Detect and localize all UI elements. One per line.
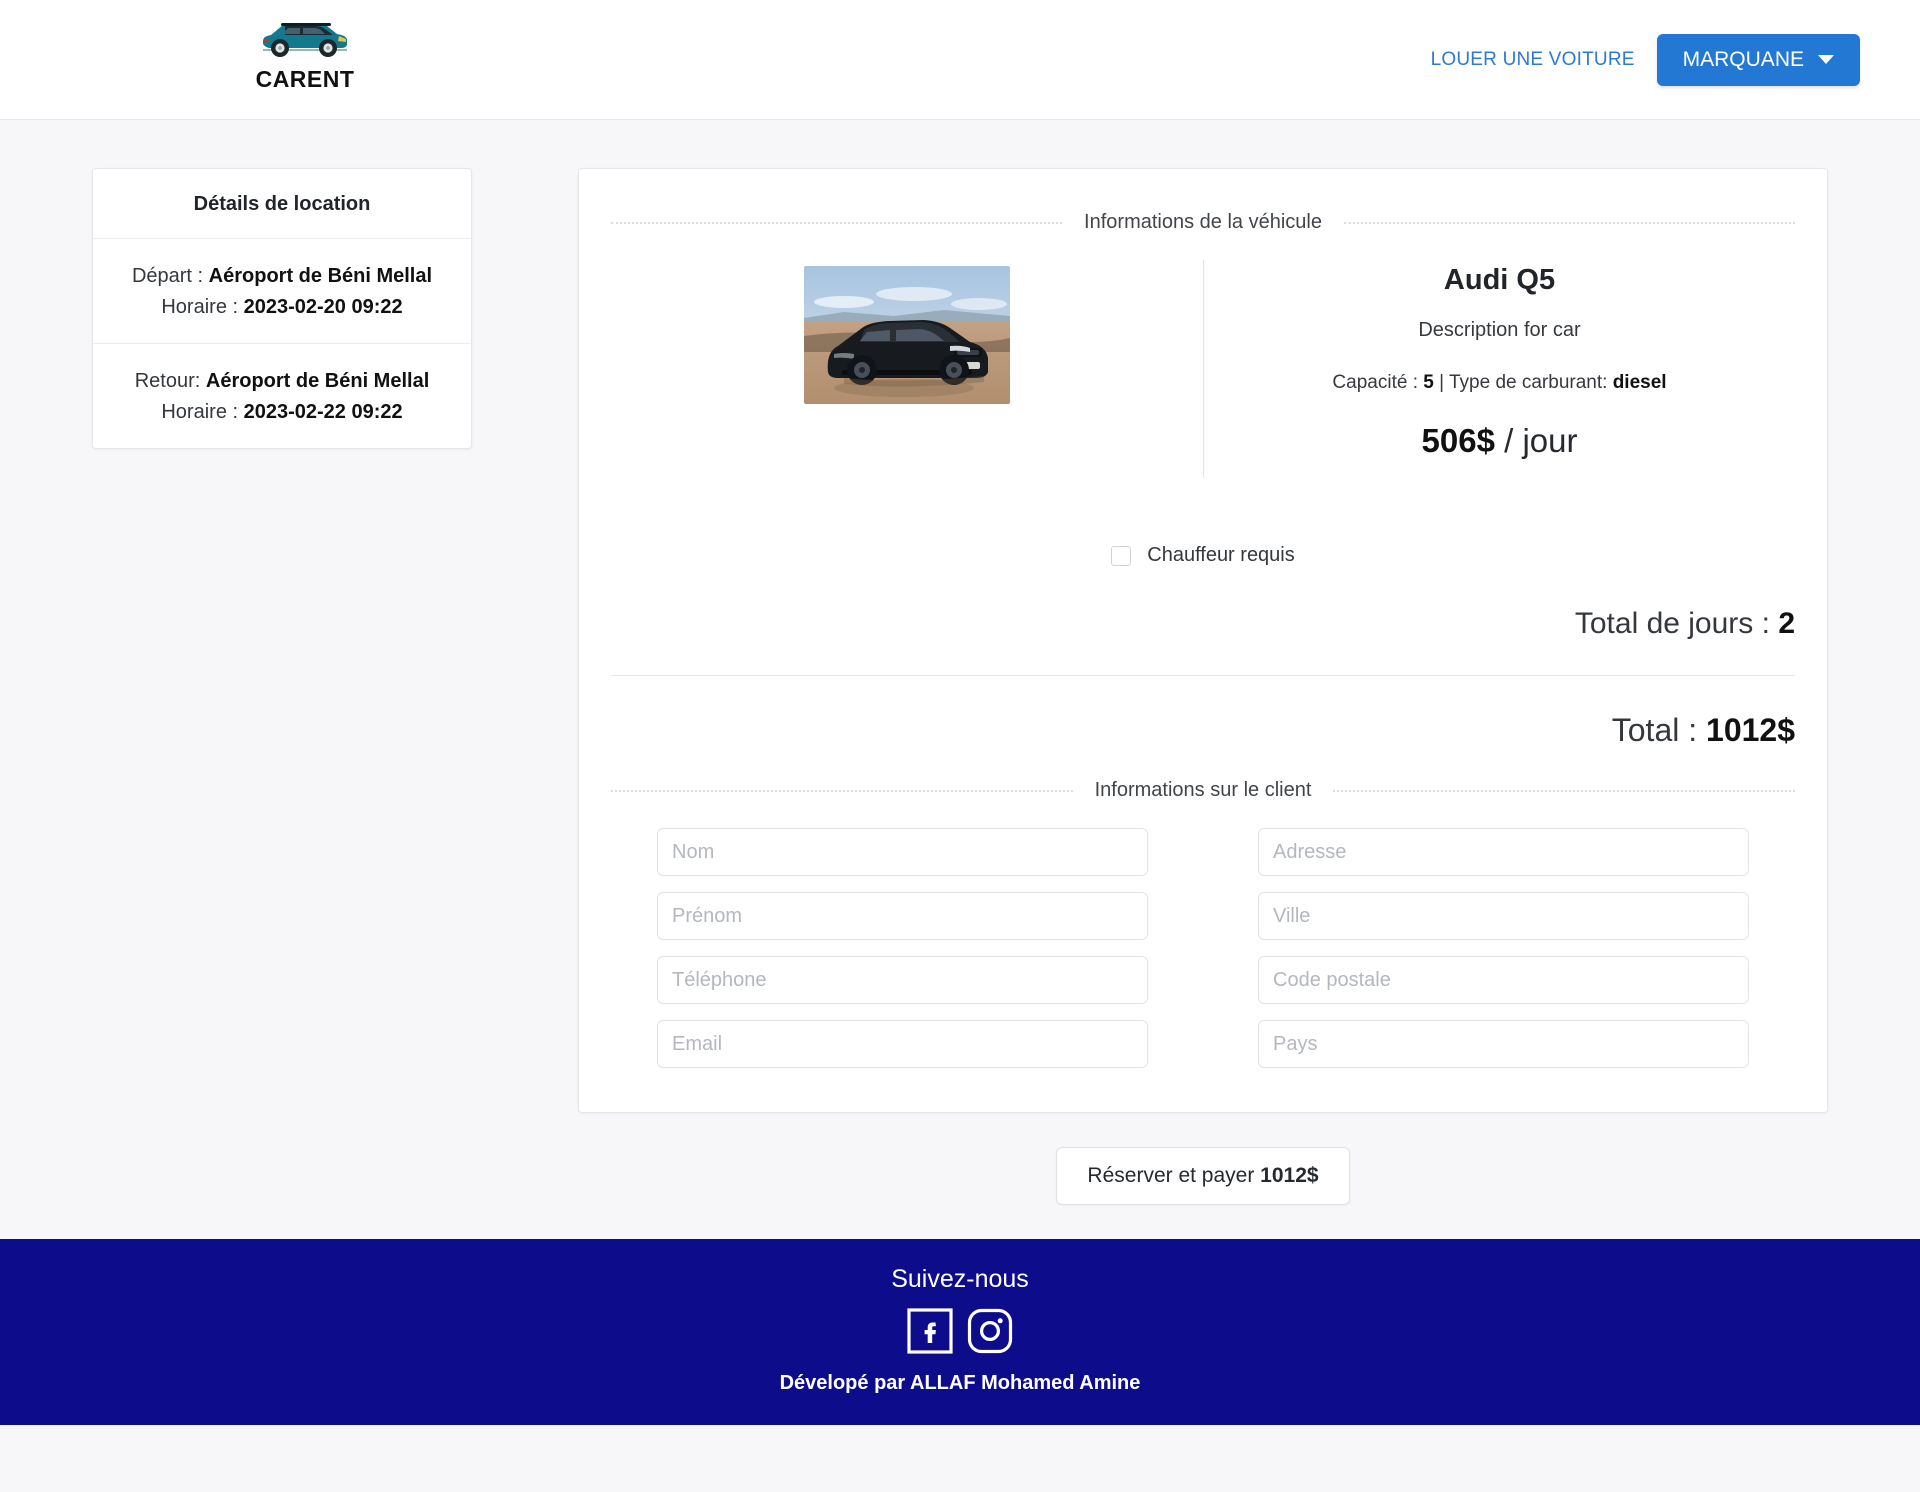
navbar-right: LOUER UNE VOITURE MARQUANE <box>1431 34 1860 86</box>
vehicle-section-legend: Informations de la véhicule <box>611 211 1795 234</box>
audi-q5-photo <box>804 266 1010 404</box>
top-navbar: CARENT LOUER UNE VOITURE MARQUANE <box>0 0 1920 120</box>
vehicle-legend-text: Informations de la véhicule <box>1084 211 1322 234</box>
chauffeur-option-row: Chauffeur requis <box>611 544 1795 567</box>
follow-us-title: Suivez-nous <box>0 1265 1920 1294</box>
total-days-row: Total de jours : 2 <box>611 607 1795 676</box>
departure-time-value: 2023-02-20 09:22 <box>244 296 403 318</box>
client-legend-divider-right <box>1333 790 1795 792</box>
site-footer: Suivez-nous Dévelopé par ALLAF Mohamed A… <box>0 1239 1920 1425</box>
departure-place: Aéroport de Béni Mellal <box>209 265 432 287</box>
return-time-label: Horaire : <box>161 401 238 423</box>
reserve-button-amount: 1012$ <box>1260 1164 1318 1187</box>
instagram-icon[interactable] <box>967 1308 1013 1354</box>
capacity-value: 5 <box>1423 372 1434 393</box>
client-legend-text: Informations sur le client <box>1095 779 1312 802</box>
input-adresse[interactable] <box>1258 828 1749 876</box>
input-prenom[interactable] <box>657 892 1148 940</box>
input-telephone[interactable] <box>657 956 1148 1004</box>
page-body: Détails de location Départ : Aéroport de… <box>0 120 1920 1205</box>
vehicle-price: 506$ / jour <box>1422 422 1578 460</box>
main-column: Informations de la véhicule <box>578 168 1828 1205</box>
user-menu-button[interactable]: MARQUANE <box>1657 34 1860 86</box>
departure-time-line: Horaire : 2023-02-20 09:22 <box>103 292 461 323</box>
return-place-line: Retour: Aéroport de Béni Mellal <box>103 366 461 397</box>
vehicle-info: Audi Q5 Description for car Capacité : 5… <box>611 260 1795 488</box>
chauffeur-checkbox[interactable] <box>1111 546 1131 566</box>
departure-time-label: Horaire : <box>161 296 238 318</box>
return-time-line: Horaire : 2023-02-22 09:22 <box>103 397 461 428</box>
legend-divider-left <box>611 222 1062 224</box>
return-block: Retour: Aéroport de Béni Mellal Horaire … <box>93 343 471 448</box>
user-menu-label: MARQUANE <box>1683 48 1804 72</box>
price-unit: / jour <box>1504 422 1577 459</box>
chauffeur-label[interactable]: Chauffeur requis <box>1147 544 1295 567</box>
departure-block: Départ : Aéroport de Béni Mellal Horaire… <box>93 239 471 343</box>
departure-label: Départ : <box>132 265 203 287</box>
fuel-value: diesel <box>1613 372 1667 393</box>
legend-divider-right <box>1344 222 1795 224</box>
vehicle-photo-wrap <box>611 260 1203 478</box>
specs-separator: | <box>1439 372 1444 393</box>
client-section-legend: Informations sur le client <box>611 779 1795 802</box>
capacity-label: Capacité : <box>1332 372 1418 393</box>
facebook-icon[interactable] <box>907 1308 953 1354</box>
total-label: Total : <box>1612 712 1697 748</box>
total-days-value: 2 <box>1778 607 1795 640</box>
departure-place-line: Départ : Aéroport de Béni Mellal <box>103 261 461 292</box>
sidebar: Détails de location Départ : Aéroport de… <box>92 168 472 449</box>
vehicle-description: Description for car <box>1418 319 1580 342</box>
booking-card: Informations de la véhicule <box>578 168 1828 1113</box>
reserve-button-text: Réserver et payer <box>1087 1164 1260 1187</box>
return-place: Aéroport de Béni Mellal <box>206 370 429 392</box>
footer-credit: Dévelopé par ALLAF Mohamed Amine <box>0 1372 1920 1395</box>
vehicle-details: Audi Q5 Description for car Capacité : 5… <box>1203 260 1795 478</box>
brand-name: CARENT <box>256 68 355 91</box>
chevron-down-icon <box>1818 55 1834 64</box>
client-form <box>611 828 1795 1068</box>
input-ville[interactable] <box>1258 892 1749 940</box>
input-nom[interactable] <box>657 828 1148 876</box>
price-amount: 506$ <box>1422 422 1495 459</box>
total-days-label: Total de jours : <box>1575 607 1770 640</box>
return-label: Retour: <box>135 370 201 392</box>
rental-details-title: Détails de location <box>93 169 471 239</box>
reserve-button-wrap: Réserver et payer 1012$ <box>578 1147 1828 1205</box>
brand-logo[interactable]: CARENT <box>250 14 360 91</box>
input-email[interactable] <box>657 1020 1148 1068</box>
nav-link-rent-a-car[interactable]: LOUER UNE VOITURE <box>1431 49 1635 71</box>
return-time-value: 2023-02-22 09:22 <box>244 401 403 423</box>
input-code-postale[interactable] <box>1258 956 1749 1004</box>
total-amount-row: Total : 1012$ <box>611 712 1795 749</box>
vehicle-name: Audi Q5 <box>1444 264 1555 297</box>
social-links <box>0 1308 1920 1354</box>
car-icon <box>255 14 355 70</box>
reserve-and-pay-button[interactable]: Réserver et payer 1012$ <box>1056 1147 1349 1205</box>
rental-details-card: Détails de location Départ : Aéroport de… <box>92 168 472 449</box>
input-pays[interactable] <box>1258 1020 1749 1068</box>
vehicle-specs: Capacité : 5 | Type de carburant: diesel <box>1332 372 1666 394</box>
fuel-label: Type de carburant: <box>1449 372 1607 393</box>
total-value: 1012$ <box>1706 712 1795 748</box>
client-legend-divider-left <box>611 790 1073 792</box>
